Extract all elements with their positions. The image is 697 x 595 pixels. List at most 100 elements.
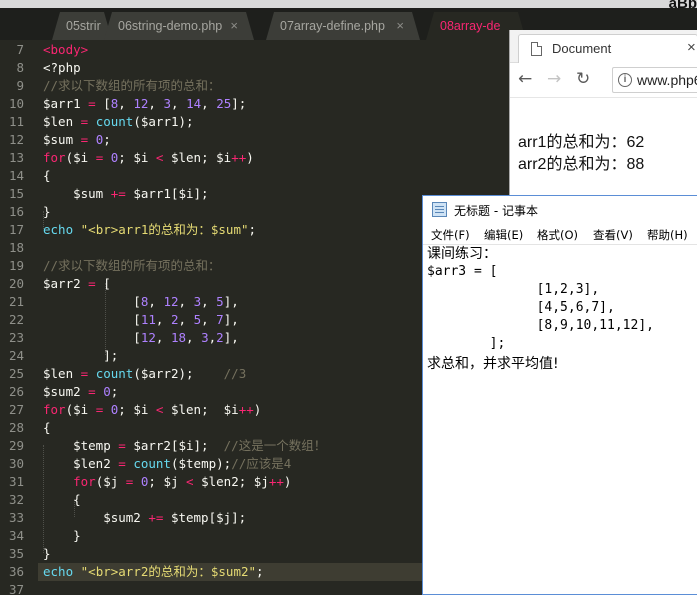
code-token: ++ <box>238 402 254 417</box>
line-number: 33 <box>8 510 24 525</box>
notepad-title: 无标题 - 记事本 <box>454 204 538 218</box>
code-token: } <box>43 204 51 219</box>
output-line: arr2的总和为：88 <box>518 156 645 173</box>
code-token: echo <box>43 222 74 237</box>
browser-window: Document × ← → ↻ i www.php6 arr1的总和为：62 … <box>509 30 697 200</box>
menu-format[interactable]: 格式(O) <box>537 227 578 243</box>
code-token: $sum <box>43 132 81 147</box>
code-token: ; <box>256 564 264 579</box>
tab-07array-define[interactable]: 07array-define.php × <box>266 12 420 40</box>
code-token: //求以下数组的所有项的总和： <box>43 258 221 273</box>
line-number: 13 <box>8 150 24 165</box>
notepad-line: [8,9,10,11,12], <box>427 318 654 333</box>
notepad-menubar: 文件(F) 编辑(E) 格式(O) 查看(V) 帮助(H) <box>423 223 697 245</box>
code-token: [ <box>95 96 111 111</box>
code-token: ], <box>223 294 239 309</box>
code-token: , <box>178 312 194 327</box>
code-line: $sum = 0; <box>43 131 513 149</box>
code-token: = <box>118 438 126 453</box>
tab-close-icon[interactable]: × <box>230 12 238 40</box>
code-token: ) <box>253 402 262 417</box>
tab-close-icon[interactable]: × <box>396 12 404 40</box>
code-line: $arr1 = [8, 12, 3, 14, 25]; <box>43 95 513 113</box>
code-token: ], <box>223 312 239 327</box>
code-token: [ <box>95 276 111 291</box>
line-number: 34 <box>8 528 24 543</box>
browser-tab-document[interactable]: Document × <box>518 34 697 63</box>
line-number: 12 <box>8 132 24 147</box>
code-token: 2 <box>170 312 179 327</box>
code-token: ; $i <box>118 402 156 417</box>
code-token: ) <box>283 474 292 489</box>
code-token: , <box>201 294 217 309</box>
line-number-gutter: 7 8 9 10 11 12 13 14 15 16 17 18 19 20 21 22 23 24 25 26 27 2… <box>0 40 38 595</box>
code-token: count <box>95 114 134 129</box>
code-token: "<br>arr1的总和为：$sum" <box>80 222 249 237</box>
code-token: ; <box>110 384 119 399</box>
code-line: //求以下数组的所有项的总和： <box>43 77 513 95</box>
document-icon <box>531 42 542 56</box>
code-token: $len; $i <box>163 150 232 165</box>
code-token: { <box>43 420 51 435</box>
code-token: ; <box>248 222 257 237</box>
code-token: = <box>88 96 96 111</box>
code-token: , <box>186 330 202 345</box>
menu-file[interactable]: 文件(F) <box>431 227 470 243</box>
tab-label: 08array-de <box>440 19 501 33</box>
code-token: //求以下数组的所有项的总和： <box>43 78 221 93</box>
notepad-line: 课间练习： <box>427 246 497 262</box>
code-token: for <box>43 150 66 165</box>
code-token: = <box>88 276 96 291</box>
line-number: 35 <box>8 546 24 561</box>
code-line: <?php <box>43 59 513 77</box>
tab-05strir[interactable]: 05strir <box>52 12 112 40</box>
line-number: 7 <box>16 42 24 57</box>
code-token: 7 <box>216 312 224 327</box>
code-token: < <box>186 474 194 489</box>
line-number: 10 <box>8 96 24 111</box>
code-token: 11 <box>140 312 156 327</box>
menu-help[interactable]: 帮助(H) <box>647 227 688 243</box>
code-token: $temp <box>43 438 119 453</box>
code-token: ++ <box>231 150 247 165</box>
notepad-line: 求总和，并求平均值! <box>427 356 559 372</box>
code-token: ; $i <box>118 150 156 165</box>
code-token: ]; <box>231 96 247 111</box>
corner-text: aBb <box>668 0 697 12</box>
code-token: ($j <box>95 474 126 489</box>
line-number: 29 <box>8 438 24 453</box>
output-line: arr1的总和为：62 <box>518 134 645 151</box>
code-token: { <box>43 168 51 183</box>
menu-view[interactable]: 查看(V) <box>593 227 633 243</box>
tab-06string-demo[interactable]: 06string-demo.php × <box>104 12 254 40</box>
code-token: , <box>148 294 164 309</box>
reload-button[interactable]: ↻ <box>576 69 590 89</box>
code-token: $arr1[$i]; <box>125 186 209 201</box>
line-number: 31 <box>8 474 24 489</box>
code-token: $len2; $j <box>193 474 269 489</box>
line-number: 17 <box>8 222 24 237</box>
code-token: $len <box>43 114 81 129</box>
code-token: , <box>178 294 194 309</box>
close-icon[interactable]: × <box>687 39 696 56</box>
code-token: $arr2 <box>43 276 89 291</box>
browser-tabstrip: Document × <box>510 30 697 63</box>
line-number: 19 <box>8 258 24 273</box>
code-token: $arr1 <box>43 96 89 111</box>
notepad-text-area[interactable]: 课间练习： $arr3 = [ [1,2,3], [4,5,6,7], [8,9… <box>427 245 697 595</box>
info-icon[interactable]: i <box>618 73 632 87</box>
code-token: //这是一个数组！ <box>223 438 327 453</box>
browser-page-content: arr1的总和为：62 arr2的总和为：88 <box>510 97 697 200</box>
tab-label: 06string-demo.php <box>118 19 223 33</box>
forward-button[interactable]: → <box>547 69 561 89</box>
code-token: 14 <box>186 96 202 111</box>
menu-edit[interactable]: 编辑(E) <box>484 227 523 243</box>
code-token: , <box>201 312 217 327</box>
notepad-icon <box>432 202 447 217</box>
address-bar[interactable]: i www.php6 <box>612 67 697 93</box>
back-button[interactable]: ← <box>518 69 532 89</box>
notepad-titlebar[interactable]: 无标题 - 记事本 <box>423 196 697 223</box>
line-number: 28 <box>8 420 24 435</box>
code-token: ($i <box>65 402 96 417</box>
